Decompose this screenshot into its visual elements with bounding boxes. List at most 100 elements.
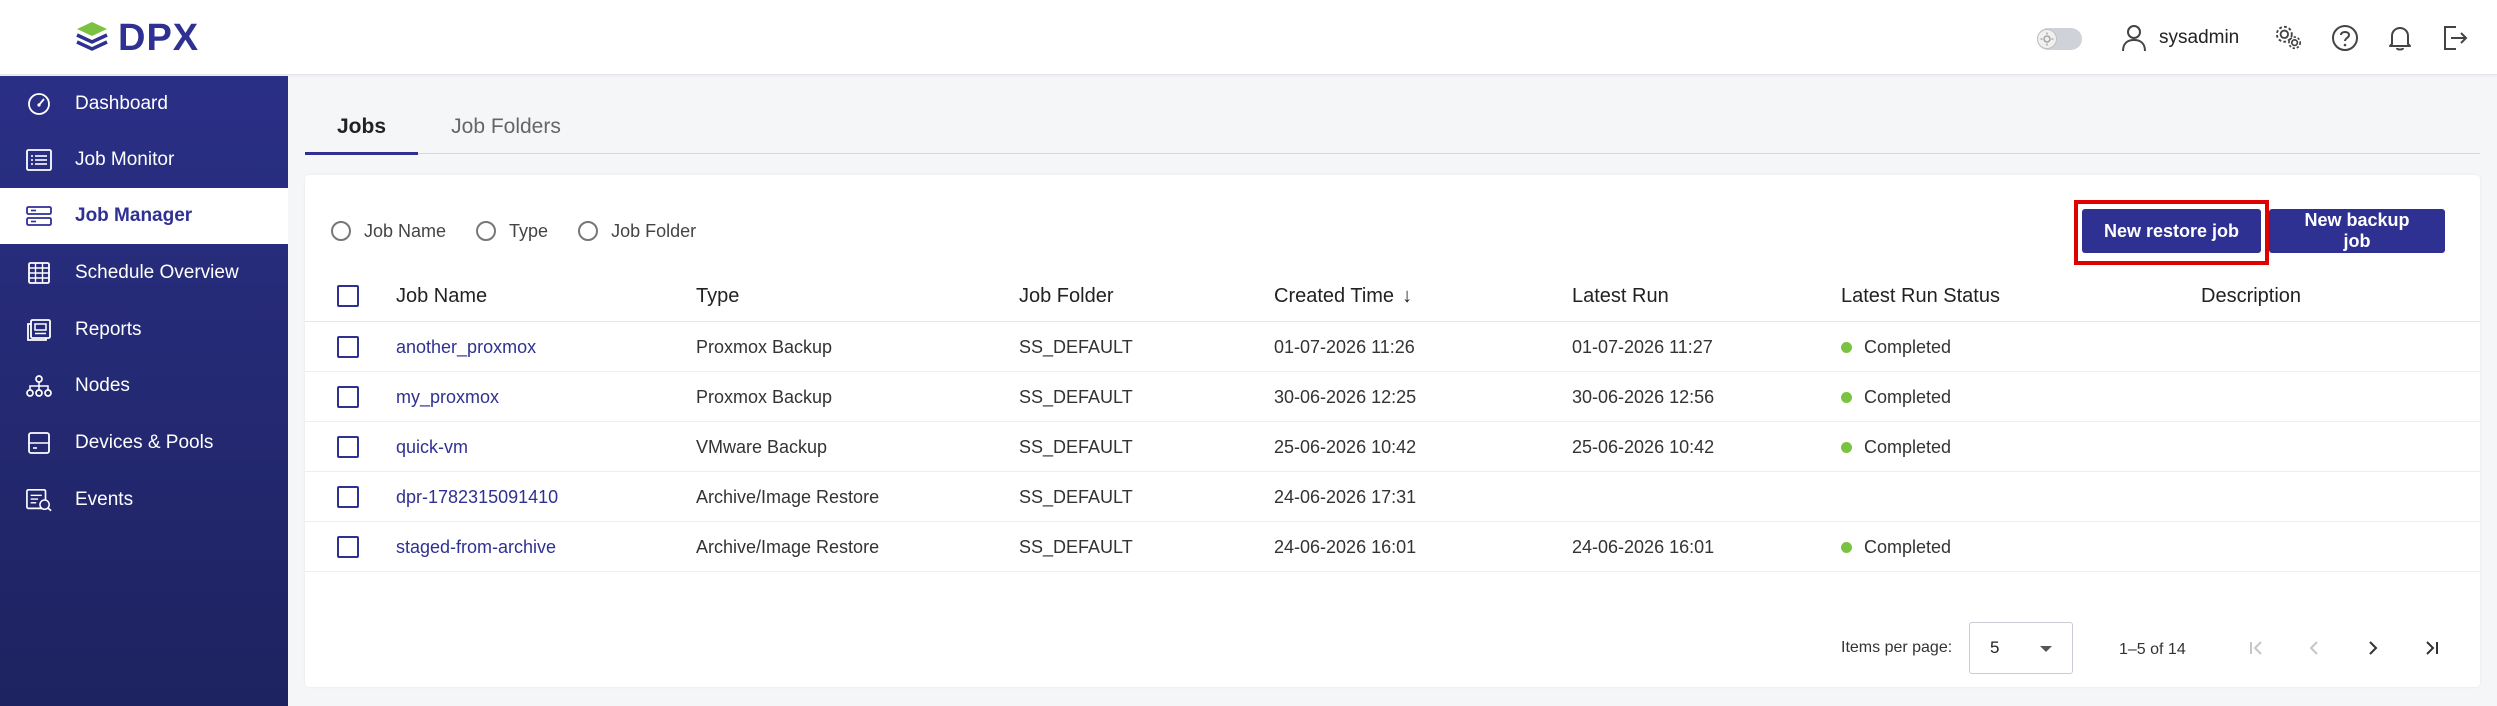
username[interactable]: sysadmin [2159, 27, 2239, 49]
job-type: Proxmox Backup [696, 336, 833, 357]
table-row[interactable]: staged-from-archive Archive/Image Restor… [305, 522, 2480, 572]
job-name-link[interactable]: my_proxmox [396, 372, 499, 422]
help-icon[interactable] [2331, 24, 2359, 52]
job-folder: SS_DEFAULT [1019, 536, 1133, 557]
sidebar-item-reports[interactable]: Reports [0, 302, 288, 358]
column-header-job-name[interactable]: Job Name [396, 270, 487, 322]
radio-label: Job Folder [611, 220, 697, 241]
column-header-type[interactable]: Type [696, 270, 739, 322]
sidebar-item-label: Schedule Overview [75, 262, 239, 283]
status-text: Completed [1864, 436, 1952, 457]
job-name-link[interactable]: staged-from-archive [396, 522, 556, 572]
filter-job-name[interactable]: Job Name [331, 221, 446, 242]
chevron-right-icon [2369, 641, 2378, 655]
select-all-checkbox[interactable] [337, 285, 359, 307]
radio-circle[interactable] [331, 221, 351, 241]
job-type: Archive/Image Restore [696, 536, 880, 557]
user-icon[interactable] [2121, 24, 2147, 57]
sidebar-item-dashboard[interactable]: Dashboard [0, 76, 288, 132]
sidebar: Dashboard Job Monitor Job Manager Schedu… [0, 76, 288, 706]
new-backup-job-button[interactable]: New backup job [2269, 209, 2445, 253]
sidebar-item-label: Devices & Pools [75, 432, 214, 453]
sidebar-item-label: Dashboard [75, 93, 168, 114]
items-per-page-label: Items per page: [1841, 639, 1953, 656]
dashboard-icon [26, 92, 52, 116]
status-dot-icon [1841, 441, 1852, 453]
latest-run: 24-06-2026 16:01 [1572, 536, 1715, 557]
new-restore-job-button[interactable]: New restore job [2082, 209, 2261, 253]
sidebar-item-job-manager[interactable]: Job Manager [0, 188, 288, 244]
items-per-page-value: 5 [1990, 638, 2000, 657]
table-row[interactable]: quick-vm VMware Backup SS_DEFAULT 25-06-… [305, 422, 2480, 472]
radio-circle[interactable] [476, 221, 497, 241]
latest-run: 30-06-2026 12:56 [1572, 386, 1715, 407]
nodes-icon [26, 374, 52, 398]
latest-run: 25-06-2026 10:42 [1572, 436, 1715, 457]
row-checkbox[interactable] [337, 486, 359, 508]
previous-page-button[interactable] [2299, 633, 2329, 663]
job-name-link[interactable]: quick-vm [396, 422, 468, 472]
filter-job-folder[interactable]: Job Folder [578, 221, 696, 242]
sidebar-item-job-monitor[interactable]: Job Monitor [0, 132, 288, 188]
bell-icon[interactable] [2386, 24, 2414, 52]
job-type: Archive/Image Restore [696, 486, 880, 507]
sidebar-item-nodes[interactable]: Nodes [0, 358, 288, 414]
dpx-logo[interactable]: DPX [74, 17, 199, 59]
row-checkbox[interactable] [337, 536, 359, 558]
next-page-button[interactable] [2358, 633, 2388, 663]
filter-type[interactable]: Type [476, 221, 548, 242]
status-cell: Completed [1841, 422, 1951, 472]
sidebar-item-label: Job Manager [75, 205, 193, 226]
reports-icon [26, 318, 52, 342]
tab-job-folders[interactable]: Job Folders [431, 100, 581, 154]
radio-label: Job Name [364, 220, 447, 241]
pagination-range: 1–5 of 14 [2119, 641, 2186, 658]
column-header-latest-run[interactable]: Latest Run [1572, 270, 1669, 322]
first-page-button[interactable] [2241, 633, 2271, 663]
created-time: 01-07-2026 11:26 [1274, 336, 1415, 357]
chevron-left-icon [2309, 641, 2318, 655]
sidebar-item-label: Reports [75, 319, 142, 340]
status-cell: Completed [1841, 522, 1951, 572]
latest-run: 01-07-2026 11:27 [1572, 336, 1713, 357]
status-dot-icon [1841, 391, 1852, 403]
dpx-logo-icon [76, 22, 108, 51]
created-time: 25-06-2026 10:42 [1274, 436, 1417, 457]
row-checkbox[interactable] [337, 336, 359, 358]
status-text: Completed [1864, 536, 1952, 557]
radio-label: Type [509, 220, 549, 241]
column-header-description[interactable]: Description [2201, 270, 2301, 322]
items-per-page-select[interactable]: 5 [1969, 622, 2073, 674]
created-time: 24-06-2026 17:31 [1274, 486, 1417, 507]
radio-circle[interactable] [578, 221, 599, 241]
table-row[interactable]: another_proxmox Proxmox Backup SS_DEFAUL… [305, 322, 2480, 372]
sidebar-item-events[interactable]: Events [0, 472, 288, 528]
job-folder: SS_DEFAULT [1019, 486, 1133, 507]
tab-jobs[interactable]: Jobs [305, 100, 418, 155]
dropdown-caret-icon [2040, 646, 2052, 652]
table-row[interactable]: my_proxmox Proxmox Backup SS_DEFAULT 30-… [305, 372, 2480, 422]
sidebar-item-label: Nodes [75, 375, 130, 396]
first-page-icon [2250, 641, 2262, 655]
column-header-latest-run-status[interactable]: Latest Run Status [1841, 270, 2000, 322]
sidebar-item-schedule-overview[interactable]: Schedule Overview [0, 245, 288, 301]
row-checkbox[interactable] [337, 436, 359, 458]
row-checkbox[interactable] [337, 386, 359, 408]
column-header-created-time[interactable]: Created Time ↓ [1274, 270, 1412, 322]
events-icon [26, 488, 52, 512]
status-cell: Completed [1841, 322, 1951, 372]
table-row[interactable]: dpr-1782315091410 Archive/Image Restore … [305, 472, 2480, 522]
logout-icon[interactable] [2441, 24, 2469, 52]
sort-arrow-icon[interactable]: ↓ [1402, 285, 1412, 308]
status-cell: Completed [1841, 372, 1951, 422]
sun-icon [2037, 29, 2057, 49]
job-name-link[interactable]: another_proxmox [396, 322, 536, 372]
calendar-icon [26, 261, 52, 285]
last-page-button[interactable] [2417, 633, 2447, 663]
settings-icon[interactable] [2275, 24, 2303, 52]
sidebar-item-devices-pools[interactable]: Devices & Pools [0, 415, 288, 471]
column-header-job-folder[interactable]: Job Folder [1019, 270, 1114, 322]
theme-toggle[interactable] [2037, 28, 2082, 50]
job-name-link[interactable]: dpr-1782315091410 [396, 472, 558, 522]
tab-bar: Jobs Job Folders [305, 100, 2480, 155]
